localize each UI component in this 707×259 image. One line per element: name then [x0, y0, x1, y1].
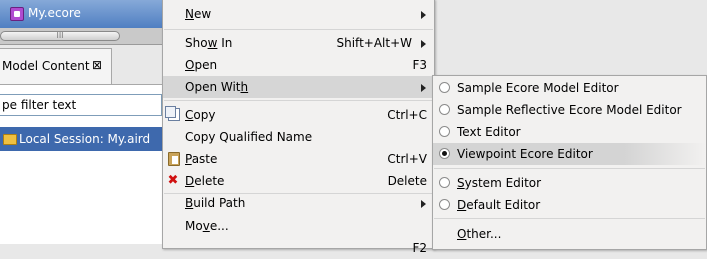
editor-tab-title: My.ecore	[28, 6, 81, 20]
submenu-viewpoint-label: Viewpoint Ecore Editor	[457, 147, 593, 161]
menu-show-in-shortcut: Shift+Alt+W	[336, 36, 413, 50]
menu-separator	[434, 218, 705, 219]
radio-icon	[439, 82, 450, 93]
menu-new-mnemonic: N	[185, 7, 194, 21]
submenu-sample-ecore-label: Sample Ecore Model Editor	[457, 81, 619, 95]
submenu-sample-reflective-label: Sample Reflective Ecore Model Editor	[457, 103, 682, 117]
menu-delete-shortcut: Delete	[387, 174, 427, 188]
menu-item-open-with[interactable]: Open With	[163, 76, 434, 98]
menu-copy-shortcut: Ctrl+C	[387, 108, 427, 122]
submenu-text-editor-label: Text Editor	[457, 125, 521, 139]
menu-paste-mnemonic: P	[185, 152, 192, 166]
tree-row-local-session[interactable]: Local Session: My.aird	[0, 127, 162, 151]
menu-show-in-mnemonic: w	[207, 36, 218, 50]
editor-tab[interactable]: My.ecore	[0, 0, 162, 29]
tab-model-content[interactable]: Model Content ⊠	[0, 48, 112, 84]
submenu-item-viewpoint-ecore-editor[interactable]: Viewpoint Ecore Editor	[433, 143, 706, 165]
menu-separator	[164, 29, 433, 30]
menu-paste-shortcut: Ctrl+V	[387, 152, 427, 166]
submenu-item-default-editor[interactable]: Default Editor	[433, 194, 706, 216]
submenu-default-mnemonic: D	[457, 198, 467, 212]
menu-separator	[434, 168, 705, 169]
close-icon[interactable]: ⊠	[92, 58, 102, 72]
scrollbar-thumb[interactable]: III	[0, 31, 120, 41]
paste-icon	[168, 152, 180, 166]
menu-item-copy[interactable]: Copy Ctrl+C	[163, 104, 434, 126]
radio-icon	[439, 199, 450, 210]
menu-copy-qualified-name-label: Copy Qualified Name	[185, 130, 313, 144]
menu-open-with-mnemonic: h	[240, 80, 249, 94]
tab-model-content-label: Model Content	[2, 59, 90, 73]
menu-item-delete[interactable]: ✖ Delete Delete	[163, 170, 434, 192]
submenu-item-sample-ecore-editor[interactable]: Sample Ecore Model Editor	[433, 77, 706, 99]
filter-field[interactable]	[0, 94, 162, 116]
radio-icon	[439, 104, 450, 115]
radio-checked-icon	[439, 148, 450, 159]
submenu-item-sample-reflective-editor[interactable]: Sample Reflective Ecore Model Editor	[433, 99, 706, 121]
filter-input[interactable]	[0, 96, 154, 114]
menu-item-paste[interactable]: Paste Ctrl+V	[163, 148, 434, 170]
menu-partial-shortcut: F2	[412, 241, 427, 255]
menu-item-new[interactable]: New	[163, 3, 434, 25]
menu-new-rest: ew	[193, 7, 212, 21]
session-label: Local Session: My.aird	[19, 132, 151, 146]
submenu-system-mnemonic: S	[457, 176, 465, 190]
menu-delete-mnemonic: D	[185, 174, 195, 188]
submenu-arrow-icon	[421, 200, 426, 208]
submenu-arrow-icon	[421, 40, 426, 48]
submenu-arrow-icon	[421, 84, 426, 92]
menu-item-partial[interactable]: F2	[163, 237, 434, 259]
open-with-submenu: Sample Ecore Model Editor Sample Reflect…	[432, 75, 707, 250]
submenu-item-system-editor[interactable]: System Editor	[433, 172, 706, 194]
copy-icon	[165, 106, 180, 121]
menu-item-show-in[interactable]: Show In Shift+Alt+W	[163, 32, 434, 54]
session-folder-icon	[3, 134, 17, 145]
menu-move-mnemonic: v	[202, 219, 210, 233]
menu-item-copy-qualified-name[interactable]: Copy Qualified Name	[163, 126, 434, 148]
menu-open-shortcut: F3	[412, 58, 427, 72]
delete-icon: ✖	[167, 173, 179, 188]
context-menu: New Show In Shift+Alt+W Open F3 Open Wit…	[162, 0, 435, 255]
horizontal-scrollbar[interactable]: III	[0, 28, 162, 45]
menu-build-path-mnemonic: B	[185, 196, 194, 210]
menu-item-move[interactable]: Move...	[163, 215, 434, 237]
submenu-arrow-icon	[421, 11, 426, 19]
radio-icon	[439, 126, 450, 137]
radio-icon	[439, 177, 450, 188]
ecore-file-icon	[10, 7, 24, 21]
menu-item-open[interactable]: Open F3	[163, 54, 434, 76]
submenu-item-text-editor[interactable]: Text Editor	[433, 121, 706, 143]
menu-item-build-path[interactable]: Build Path	[163, 192, 434, 214]
menu-separator	[164, 100, 433, 101]
submenu-item-other[interactable]: Other...	[433, 223, 706, 245]
